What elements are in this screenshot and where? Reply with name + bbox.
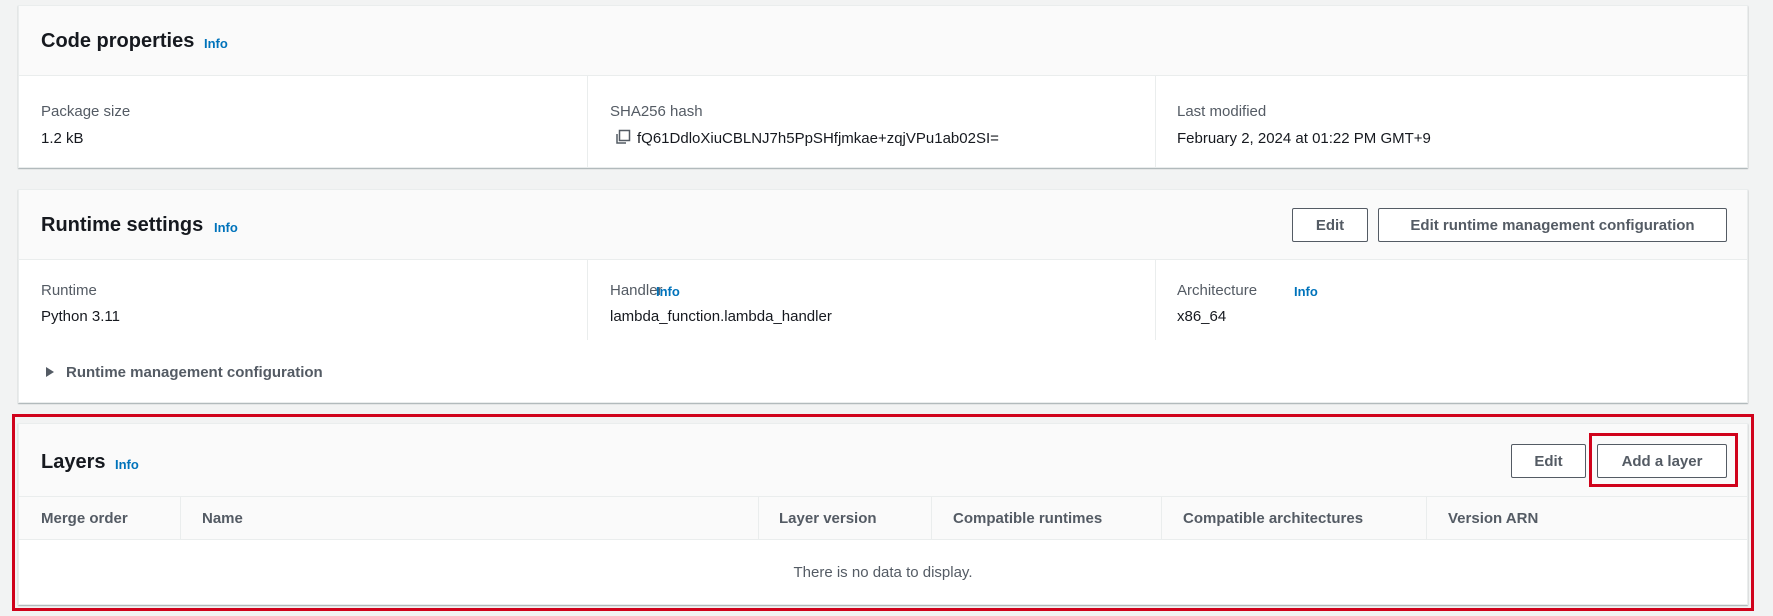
layers-header: Layers Info Edit Add a layer [19,424,1747,497]
code-properties-panel: Code properties Info Package size 1.2 kB… [18,5,1748,168]
code-properties-body: Package size 1.2 kB SHA256 hash fQ61Ddlo… [19,76,1747,167]
code-properties-header: Code properties Info [19,6,1747,76]
last-modified-label: Last modified [1177,103,1267,120]
handler-column: Handler Info lambda_function.lambda_hand… [587,260,1155,340]
architecture-info-link[interactable]: Info [1294,284,1318,300]
handler-value: lambda_function.lambda_handler [610,308,832,325]
layers-info-link[interactable]: Info [115,457,139,473]
package-size-label: Package size [41,103,131,120]
runtime-settings-panel: Runtime settings Info Edit Edit runtime … [18,189,1748,403]
copy-icon-graphic [616,129,631,144]
architecture-column: Architecture Info x86_64 [1155,260,1749,340]
layers-title: Layers [41,451,106,473]
sha256-column: SHA256 hash fQ61DdloXiuCBLNJ7h5PpSHfjmka… [587,76,1155,167]
runtime-settings-title: Runtime settings [41,214,204,236]
runtime-settings-body: Runtime Python 3.11 Handler Info lambda_… [19,260,1747,340]
column-merge-order[interactable]: Merge order [41,497,180,539]
layers-table-header: Merge order Name Layer version Compatibl… [19,497,1747,540]
package-size-column: Package size 1.2 kB [19,76,587,167]
add-a-layer-button[interactable]: Add a layer [1597,444,1727,478]
handler-label: Handler [610,282,663,299]
runtime-management-expander[interactable]: Runtime management configuration [41,361,323,383]
runtime-settings-header: Runtime settings Info Edit Edit runtime … [19,190,1747,260]
edit-runtime-management-button[interactable]: Edit runtime management configuration [1378,208,1727,242]
runtime-settings-info-link[interactable]: Info [214,220,238,236]
architecture-label: Architecture [1177,282,1258,299]
layers-panel: Layers Info Edit Add a layer Merge order… [18,423,1748,605]
last-modified-column: Last modified February 2, 2024 at 01:22 … [1155,76,1749,167]
sha256-label: SHA256 hash [610,103,703,120]
layers-edit-button[interactable]: Edit [1511,444,1586,478]
code-properties-info-link[interactable]: Info [204,36,228,52]
handler-info-link[interactable]: Info [656,284,680,300]
layers-empty-state: There is no data to display. [19,540,1747,604]
column-layer-version[interactable]: Layer version [758,497,931,539]
runtime-value: Python 3.11 [41,308,120,325]
column-name[interactable]: Name [180,497,758,539]
runtime-management-expander-label: Runtime management configuration [66,363,323,381]
architecture-value: x86_64 [1177,308,1227,325]
empty-state-message: There is no data to display. [793,563,973,581]
runtime-edit-button[interactable]: Edit [1292,208,1368,242]
column-compatible-runtimes[interactable]: Compatible runtimes [931,497,1161,539]
column-compatible-architectures[interactable]: Compatible architectures [1161,497,1426,539]
package-size-value: 1.2 kB [41,130,84,147]
copy-icon[interactable] [593,122,609,138]
sha256-value: fQ61DdloXiuCBLNJ7h5PpSHfjmkae+zqjVPu1ab0… [637,130,999,147]
column-version-arn[interactable]: Version ARN [1426,497,1726,539]
runtime-column: Runtime Python 3.11 [19,260,587,340]
caret-right-icon [46,367,54,377]
runtime-label: Runtime [41,282,97,299]
code-properties-title: Code properties [41,30,195,52]
last-modified-value: February 2, 2024 at 01:22 PM GMT+9 [1177,130,1431,147]
